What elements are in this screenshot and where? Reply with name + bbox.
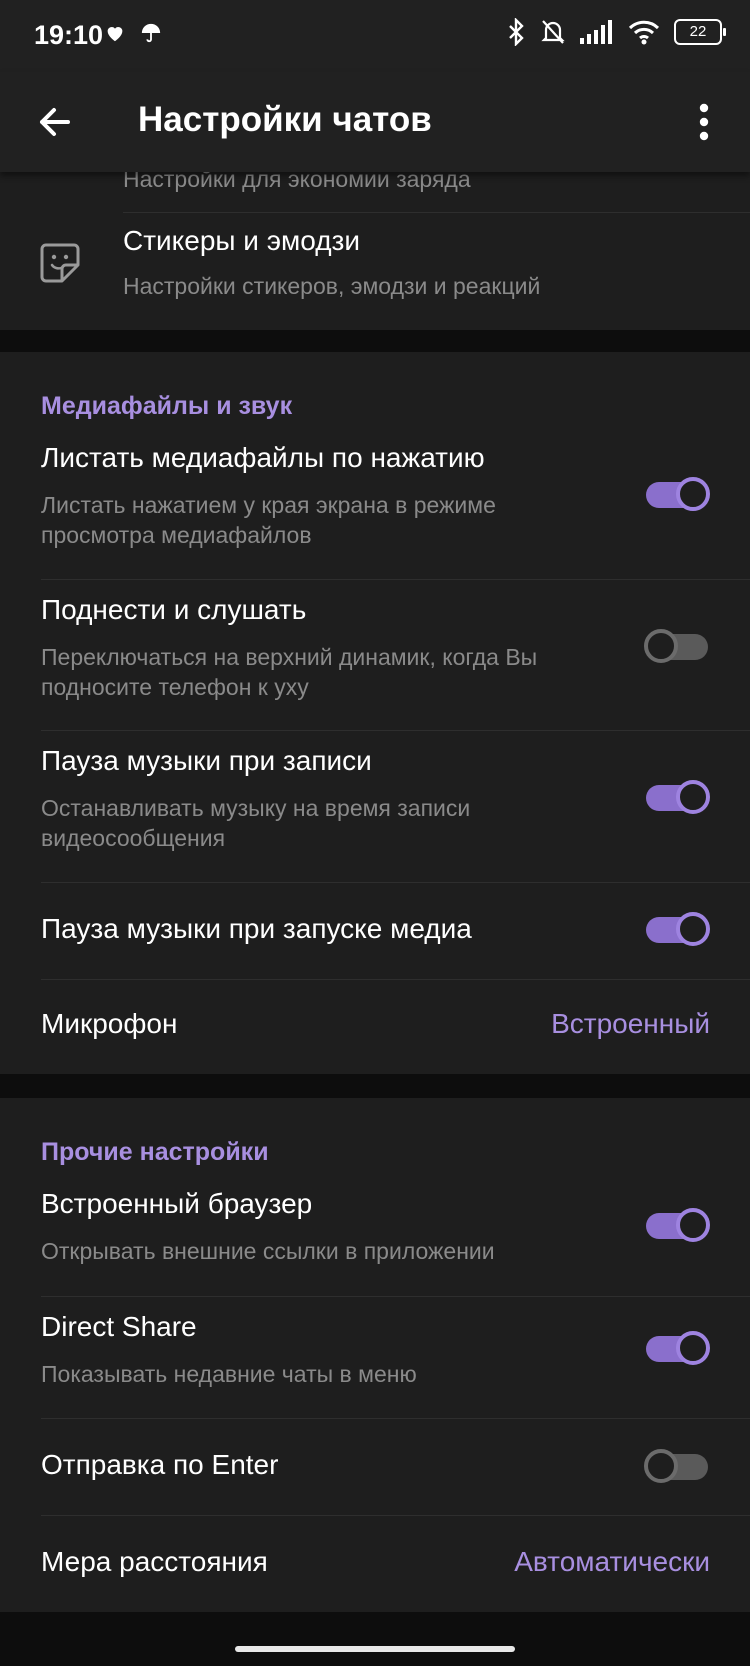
page-title: Настройки чатов [138,100,432,139]
in-app-browser-toggle[interactable] [644,1208,710,1242]
tap-media-toggle[interactable] [644,477,710,511]
microphone-value: Встроенный [551,1008,710,1039]
app-bar: Настройки чатов [0,72,750,172]
distance-units-label: Мера расстояния [41,1546,268,1577]
divider [41,1296,750,1297]
direct-share-title: Direct Share [41,1311,197,1342]
home-indicator[interactable] [235,1646,515,1652]
top-card: Настройки для экономии заряда Стикеры и … [0,150,750,330]
umbrella-icon [141,23,161,43]
status-time: 19:10 [34,20,104,50]
battery-icon: 22 [674,19,726,45]
in-app-browser-title: Встроенный браузер [41,1188,313,1219]
more-vertical-icon[interactable] [680,96,728,148]
direct-share-row[interactable]: Direct Share Показывать недавние чаты в … [0,1311,750,1423]
in-app-browser-subtitle: Открывать внешние ссылки в приложении [41,1238,495,1264]
wifi-icon [628,20,660,45]
tap-media-title: Листать медиафайлы по нажатию [41,442,485,473]
send-by-enter-title: Отправка по Enter [41,1449,279,1480]
send-by-enter-row[interactable]: Отправка по Enter [0,1419,750,1515]
media-section-header: Медиафайлы и звук [41,392,293,420]
bell-off-icon [541,20,565,44]
microphone-row[interactable]: Микрофон Встроенный [0,980,750,1074]
status-icons-right: 22 [506,18,726,46]
other-section-header: Прочие настройки [41,1138,269,1166]
stickers-subtitle: Настройки стикеров, эмодзи и реакций [123,273,541,299]
signal-icon [580,20,612,44]
pause-music-media-toggle[interactable] [644,912,710,946]
direct-share-subtitle: Показывать недавние чаты в меню [41,1361,417,1387]
pause-music-recording-subtitle: Останавливать музыку на время записи вид… [41,795,471,851]
direct-share-toggle[interactable] [644,1331,710,1365]
pause-music-recording-title: Пауза музыки при записи [41,745,372,776]
status-icons-left [104,20,162,46]
heart-icon [107,27,123,42]
raise-to-listen-toggle[interactable] [644,629,710,663]
media-section: Медиафайлы и звук Листать медиафайлы по … [0,352,750,1074]
tap-media-row[interactable]: Листать медиафайлы по нажатию Листать на… [0,442,750,582]
pause-music-media-row[interactable]: Пауза музыки при запуске медиа [0,883,750,979]
divider [41,730,750,731]
pause-music-media-title: Пауза музыки при запуске медиа [41,913,472,944]
arrow-left-icon[interactable] [30,98,78,146]
stickers-title: Стикеры и эмодзи [123,225,361,256]
microphone-label: Микрофон [41,1008,178,1039]
other-section: Прочие настройки Встроенный браузер Откр… [0,1098,750,1612]
sticker-icon [40,243,80,283]
raise-to-listen-title: Поднести и слушать [41,594,307,625]
bluetooth-icon [509,18,524,46]
divider [41,579,750,580]
pause-music-recording-row[interactable]: Пауза музыки при записи Останавливать му… [0,745,750,885]
tap-media-subtitle: Листать нажатием у края экрана в режиме … [41,492,496,548]
distance-units-value: Автоматически [514,1546,710,1577]
distance-units-row[interactable]: Мера расстояния Автоматически [0,1516,750,1612]
in-app-browser-row[interactable]: Встроенный браузер Открывать внешние ссы… [0,1188,750,1300]
stickers-row[interactable]: Стикеры и эмодзи Настройки стикеров, эмо… [0,213,750,330]
send-by-enter-toggle[interactable] [644,1449,710,1483]
pause-music-recording-toggle[interactable] [644,780,710,814]
status-bar: 19:10 22 [0,0,750,72]
raise-to-listen-subtitle: Переключаться на верхний динамик, когда … [41,644,538,700]
raise-to-listen-row[interactable]: Поднести и слушать Переключаться на верх… [0,594,750,734]
